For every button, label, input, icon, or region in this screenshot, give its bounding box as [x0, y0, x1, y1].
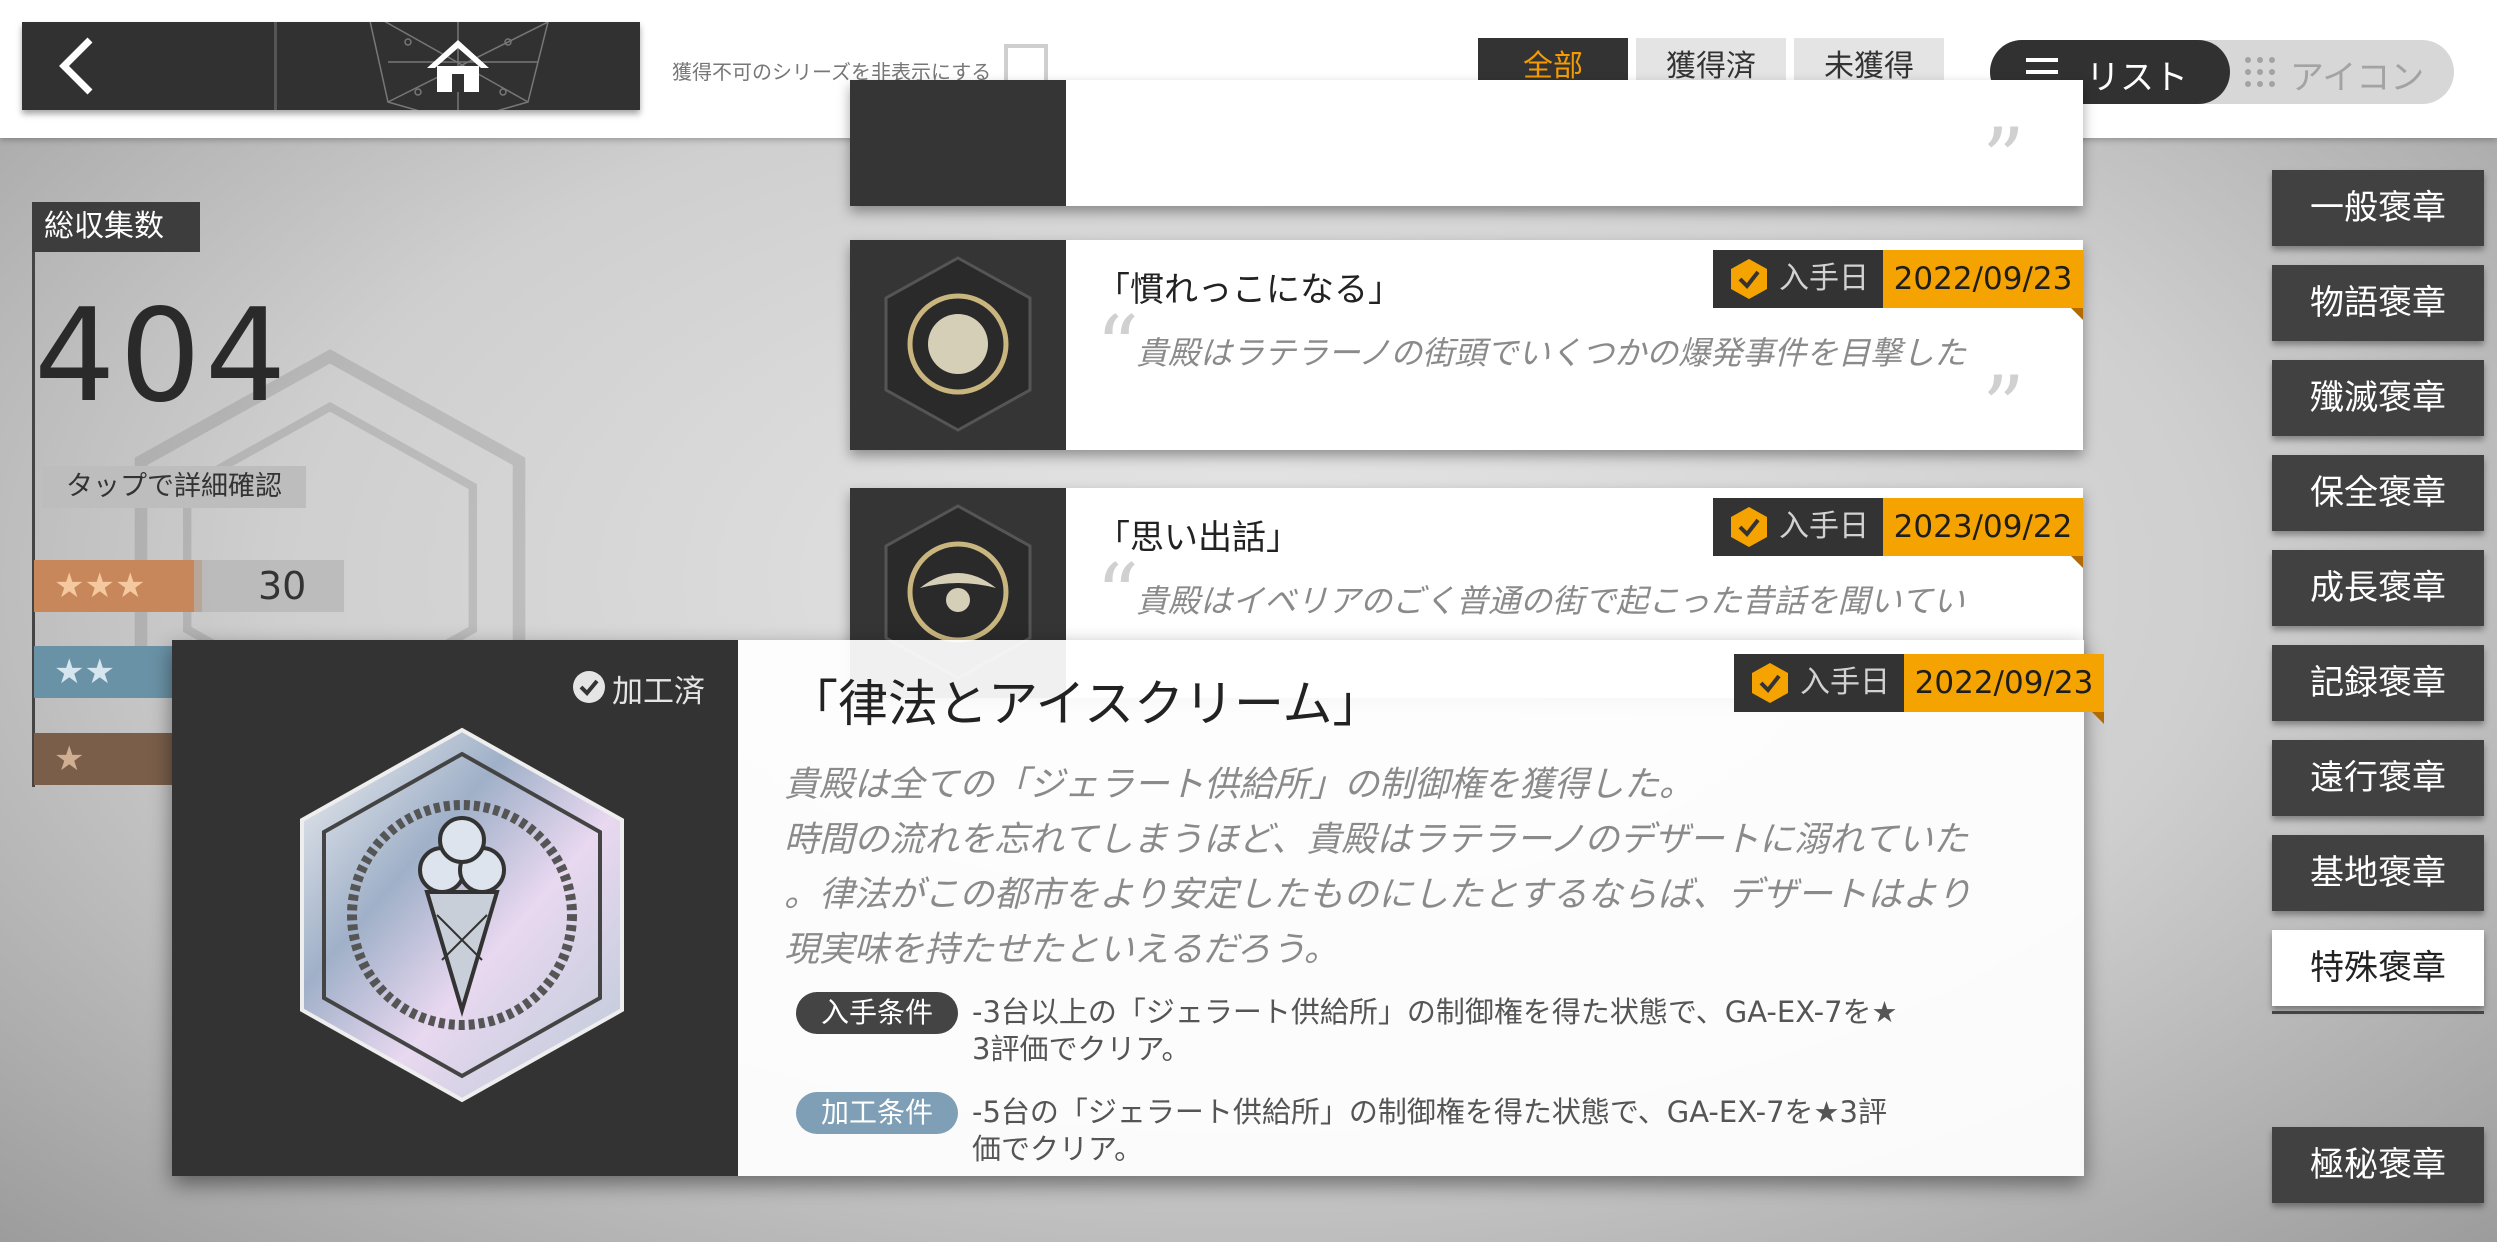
hexagon-badge-icon — [884, 256, 1032, 432]
nav-divider — [274, 22, 277, 110]
obtain-condition-badge: 入手条件 — [796, 992, 958, 1034]
medal-detail-popup[interactable]: 加工済 「律法とアイスクリーム」 入手日 2022/09/23 貴殿は全ての「ジ… — [172, 640, 2104, 1176]
date-tag-fold — [2071, 556, 2083, 568]
back-button[interactable] — [22, 22, 274, 110]
condition-line: -5台の「ジェラート供給所」の制御権を得た状態で、GA-EX-7を★3評 — [972, 1095, 1888, 1129]
obtained-date-label-text: 入手日 — [1800, 665, 1890, 700]
category-tab-story[interactable]: 物語褒章 — [2272, 265, 2484, 341]
medal-icon — [850, 80, 1066, 206]
view-icon-label: アイコン — [2290, 58, 2425, 98]
category-tab-annihilation[interactable]: 殲滅褒章 — [2272, 360, 2484, 436]
view-icon-button[interactable]: アイコン — [2230, 40, 2454, 104]
close-quote-icon: ” — [1982, 358, 2025, 456]
description-line: 現実味を持たせたといえるだろう。 — [784, 930, 1339, 970]
category-tab-special[interactable]: 特殊褒章 — [2272, 930, 2484, 1014]
check-shield-icon — [1731, 259, 1767, 299]
description-line: 貴殿は全ての「ジェラート供給所」の制御権を獲得した。 — [784, 765, 1695, 805]
obtained-date-tag: 入手日 2022/09/23 — [1734, 654, 2104, 724]
process-condition-text: -5台の「ジェラート供給所」の制御権を得た状態で、GA-EX-7を★3評 価でク… — [972, 1094, 2032, 1168]
obtained-date-label: 入手日 — [1713, 498, 1883, 556]
obtained-date-value: 2022/09/23 — [1904, 654, 2104, 712]
condition-line: -3台以上の「ジェラート供給所」の制御権を得た状態で、GA-EX-7を★ — [972, 995, 1898, 1029]
condition-line: 3評価でクリア。 — [972, 1032, 1191, 1066]
rarity-count: 30 — [194, 560, 344, 612]
check-shield-icon — [1752, 663, 1788, 703]
obtained-date-tag: 入手日 2022/09/23 — [1713, 250, 2083, 320]
medal-title: 「慣れっこになる」 — [1096, 270, 1402, 310]
category-tab-general[interactable]: 一般褒章 — [2272, 170, 2484, 246]
home-button[interactable] — [278, 22, 640, 110]
open-quote-icon: “ — [1096, 546, 1139, 644]
rarity-row-3star: ★★★ 30 — [34, 560, 344, 612]
medal-card-partial[interactable]: ” — [850, 80, 2083, 208]
category-tab-base[interactable]: 基地褒章 — [2272, 835, 2484, 911]
category-tab-growth[interactable]: 成長褒章 — [2272, 550, 2484, 626]
category-tab-expedition[interactable]: 遠行褒章 — [2272, 740, 2484, 816]
total-collection-count: 404 — [34, 282, 291, 431]
date-tag-fold — [2071, 308, 2083, 320]
obtained-date-value: 2023/09/22 — [1883, 498, 2083, 556]
condition-line: 価でクリア。 — [972, 1132, 1144, 1166]
medal-description: 貴殿はラテラーノの街頭でいくつかの爆発事件を目撃した — [1136, 334, 1967, 372]
total-collection-label: 総収集数 — [32, 202, 200, 252]
obtain-condition-text: -3台以上の「ジェラート供給所」の制御権を得た状態で、GA-EX-7を★ 3評価… — [972, 994, 2032, 1068]
medal-card[interactable]: 「慣れっこになる」 “ 貴殿はラテラーノの街頭でいくつかの爆発事件を目撃した ”… — [850, 240, 2083, 456]
obtained-date-label-text: 入手日 — [1779, 509, 1869, 544]
open-quote-icon: “ — [1096, 298, 1139, 396]
obtained-date-label-text: 入手日 — [1779, 261, 1869, 296]
date-tag-fold — [2092, 712, 2104, 724]
process-condition-badge: 加工条件 — [796, 1092, 958, 1134]
chevron-left-icon — [59, 37, 93, 95]
category-tab-secret[interactable]: 極秘褒章 — [2272, 1127, 2484, 1203]
description-line: 。律法がこの都市をより安定したものにしたとするならば、デザートはより — [784, 875, 1972, 915]
medal-detail-icon-panel: 加工済 — [172, 640, 738, 1176]
view-list-label: リスト — [2086, 58, 2188, 98]
medal-description: 貴殿はイベリアのごく普通の街で起こった昔話を聞いてい — [1136, 582, 1965, 620]
obtained-date-value: 2022/09/23 — [1883, 250, 2083, 308]
obtained-date-label: 入手日 — [1734, 654, 1904, 712]
home-icon — [427, 40, 489, 92]
check-circle-icon — [573, 671, 605, 703]
ice-cream-medal-icon — [300, 727, 624, 1103]
category-tab-record[interactable]: 記録褒章 — [2272, 645, 2484, 721]
active-tab-underline — [2272, 1011, 2484, 1014]
close-quote-icon: ” — [1982, 110, 2025, 208]
medal-detail-description: 貴殿は全ての「ジェラート供給所」の制御権を獲得した。 時間の流れを忘れてしまうほ… — [784, 758, 2034, 978]
category-tab-contingency[interactable]: 保全褒章 — [2272, 455, 2484, 531]
medal-icon — [850, 240, 1066, 450]
rarity-stars: ★★★ — [34, 560, 202, 612]
description-line: 時間の流れを忘れてしまうほど、貴殿はラテラーノのデザートに溺れていた — [784, 820, 1969, 860]
obtained-date-label: 入手日 — [1713, 250, 1883, 308]
grid-icon — [2245, 57, 2275, 87]
medal-detail-title: 「律法とアイスクリーム」 — [788, 675, 1383, 733]
processed-label: 加工済 — [612, 674, 705, 710]
category-tab-special-label: 特殊褒章 — [2310, 948, 2446, 988]
obtained-date-tag: 入手日 2023/09/22 — [1713, 498, 2083, 568]
check-shield-icon — [1731, 507, 1767, 547]
detail-button[interactable]: タップで詳細確認 — [42, 466, 306, 508]
nav-group — [22, 22, 640, 110]
